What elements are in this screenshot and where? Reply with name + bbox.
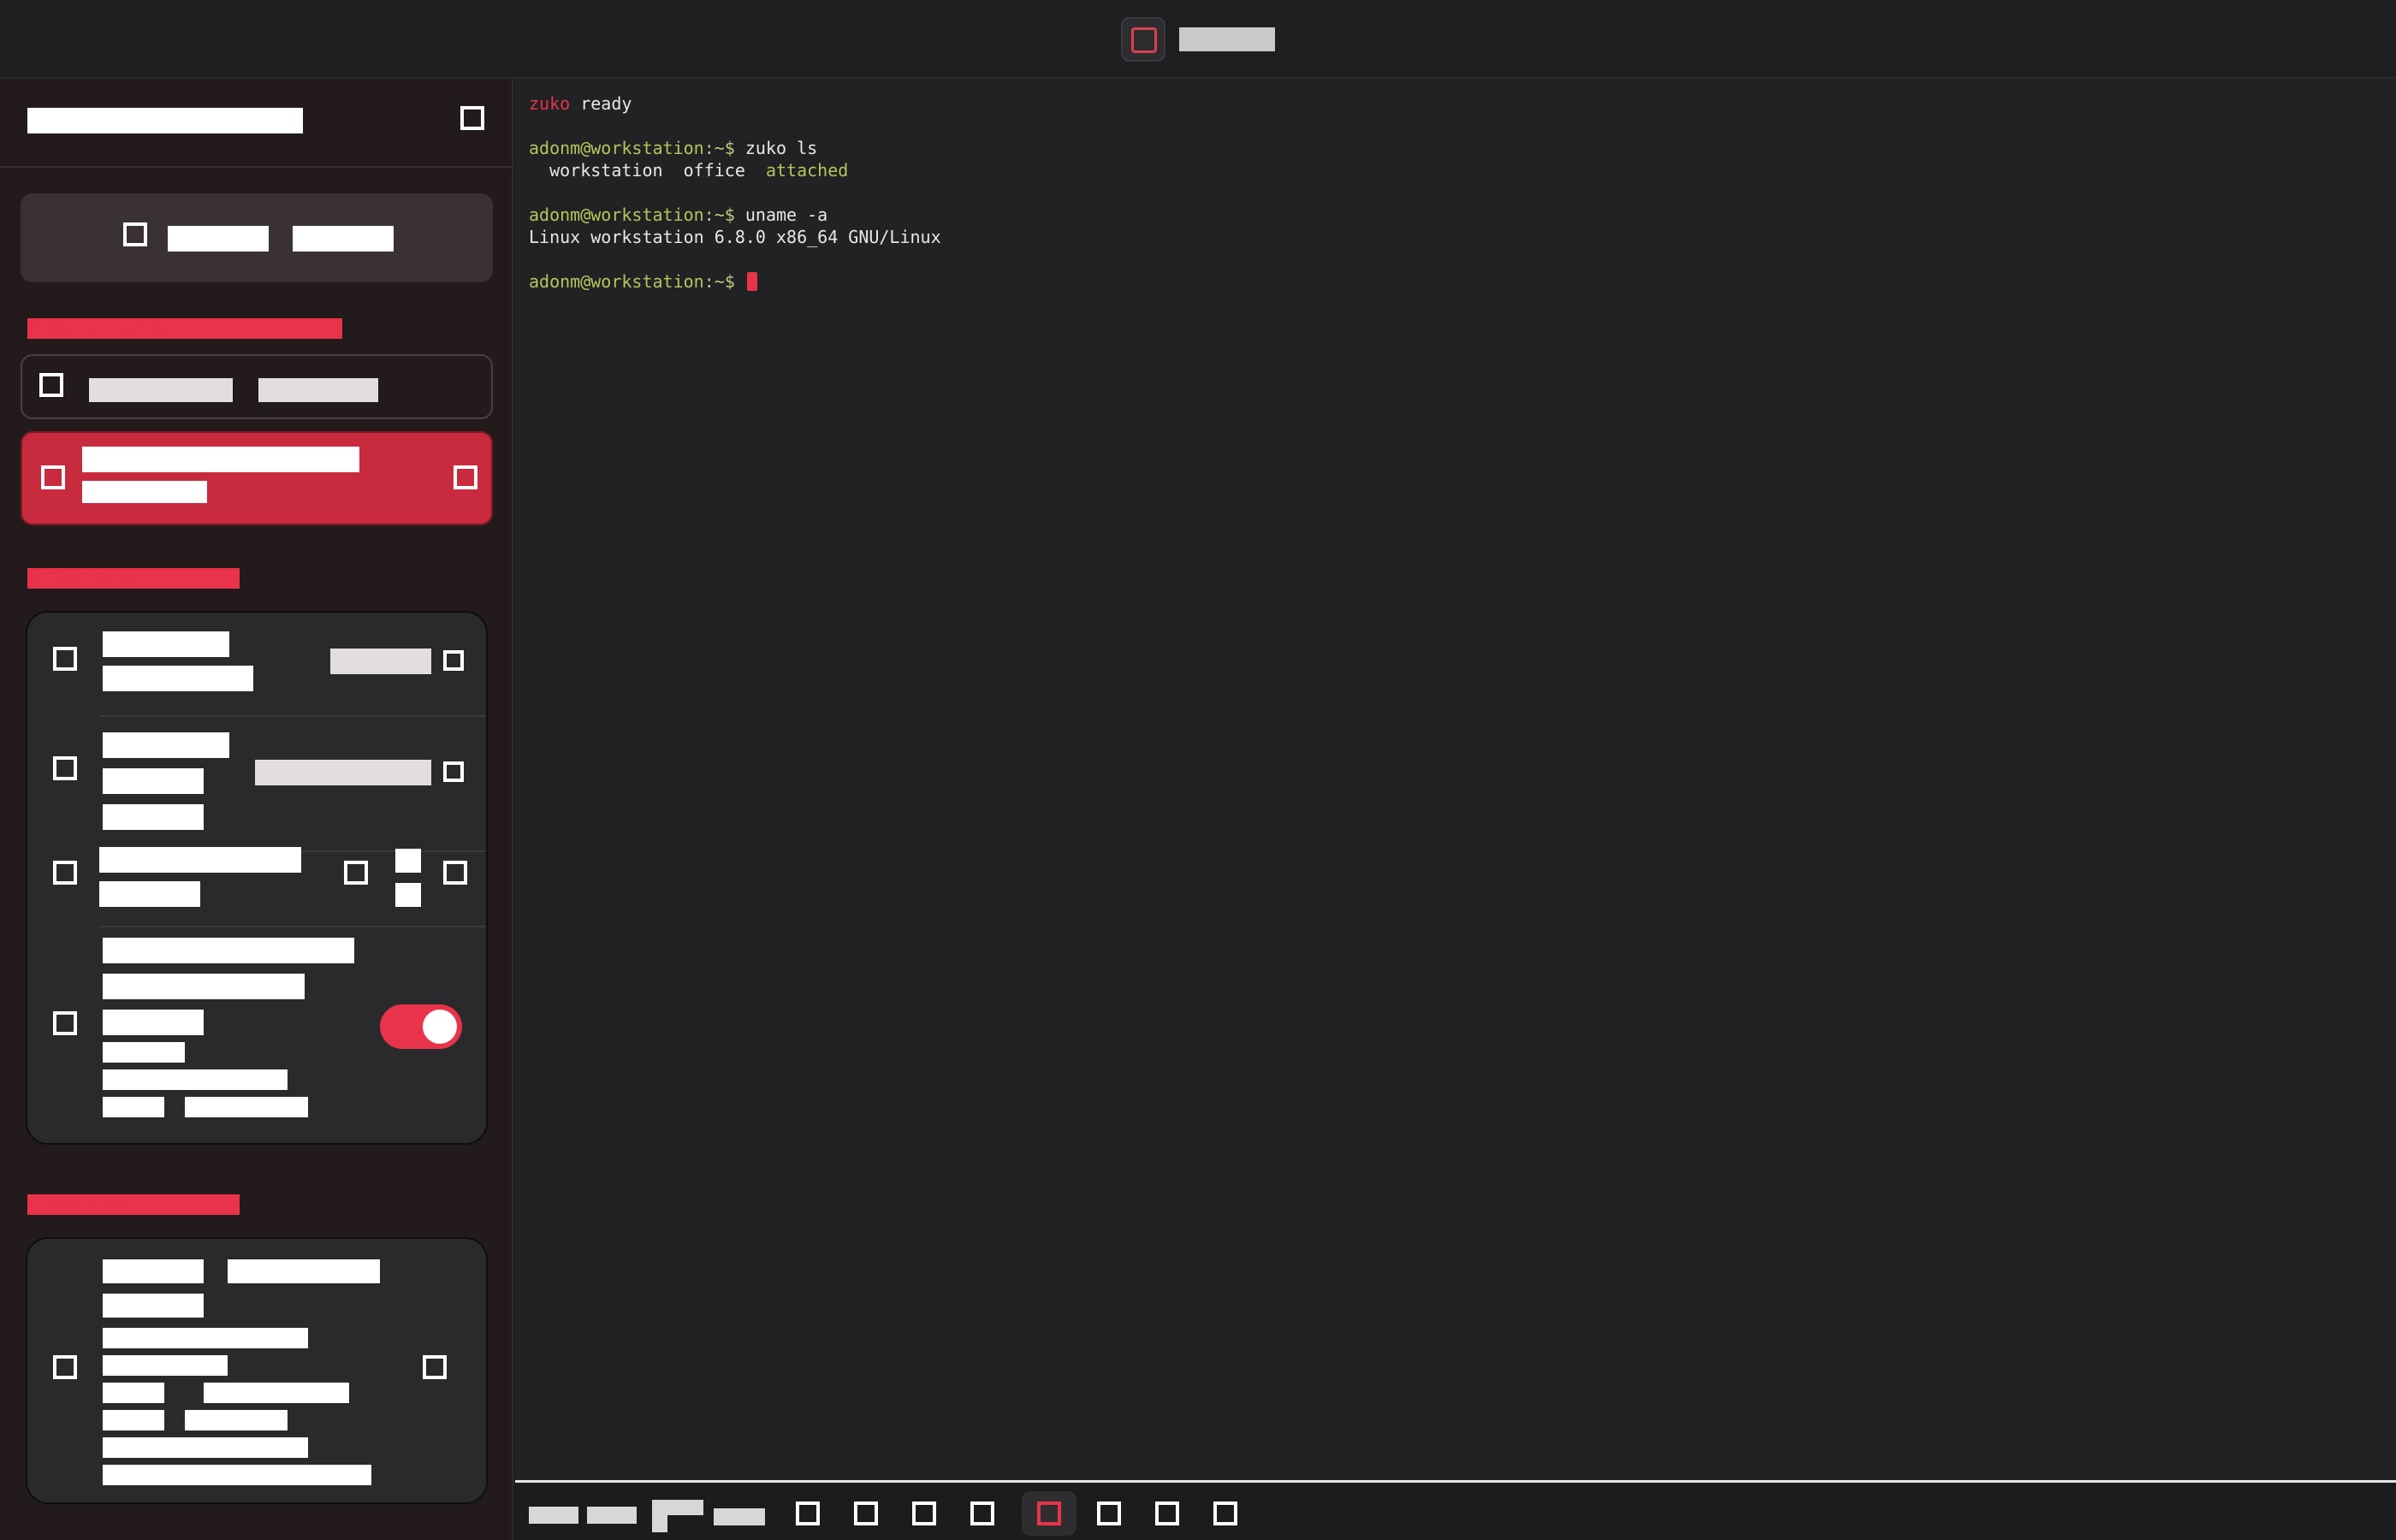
stepper-value (395, 849, 421, 873)
arrow-down-icon (854, 1502, 878, 1525)
conn-line-2 (103, 1294, 204, 1318)
stepper-value-2 (395, 883, 421, 907)
terminal-icon (1037, 1502, 1061, 1525)
terminal-icon (39, 373, 63, 397)
edit-icon[interactable] (423, 1355, 447, 1379)
key-bar: Esc Tab Ctrl Alt (515, 1480, 2396, 1540)
session-detail: office (258, 378, 378, 402)
conn-line-8 (103, 1465, 371, 1485)
tab-button-7[interactable] (1140, 1491, 1195, 1536)
conn-line-1 (103, 1259, 204, 1283)
setting-title: Terminal (103, 631, 229, 657)
setting-subtitle: color (103, 768, 204, 794)
conn-line-6b (185, 1410, 288, 1430)
sidebar-collapse-icon[interactable] (460, 106, 484, 130)
scroll-icon (53, 861, 77, 885)
setting-value: 14 px (330, 649, 431, 674)
session-item-workstation[interactable]: workstation office (21, 354, 493, 419)
session-name: workstation (89, 378, 233, 402)
clipboard-icon (1155, 1502, 1179, 1525)
palette-icon (53, 756, 77, 780)
conn-line-4 (103, 1355, 228, 1376)
terminal-prompt-line: adonm@workstation:~$ (529, 270, 757, 293)
chevron-down-icon[interactable] (443, 761, 464, 782)
new-session-button[interactable]: New session (21, 193, 493, 282)
connection-panel (26, 1237, 488, 1504)
new-session-label-2 (293, 226, 394, 252)
setting-desc-3 (103, 1069, 288, 1090)
terminal-line: Linux workstation 6.8.0 x86_64 GNU/Linux (529, 227, 941, 247)
conn-line-7 (103, 1437, 308, 1458)
key-esc[interactable]: Esc (529, 1507, 578, 1524)
reconnect-toggle[interactable] (380, 1004, 462, 1049)
terminal-line: adonm@workstation:~$ zuko ls (529, 138, 818, 158)
tab-button-6[interactable] (1082, 1491, 1136, 1536)
setting-title: Scrollback (99, 847, 301, 873)
conn-line-5b (204, 1383, 349, 1403)
key-tab[interactable]: Tab (587, 1507, 637, 1524)
minus-icon[interactable] (344, 861, 368, 885)
tab-button-1[interactable] (780, 1491, 835, 1536)
setting-title: Theme (103, 732, 229, 758)
terminal-icon (41, 465, 65, 489)
key-alt[interactable]: Alt (714, 1508, 765, 1525)
server-icon (53, 1355, 77, 1379)
conn-line-6 (103, 1410, 164, 1430)
setting-title: Reconnect automatically (103, 938, 354, 963)
settings-panel: Terminal font size 14 px Theme color dar… (26, 611, 488, 1145)
setting-subtitle-2 (103, 804, 204, 830)
setting-subtitle: lines (99, 881, 200, 907)
terminal-line: adonm@workstation:~$ uname -a (529, 204, 828, 225)
tab-button-8[interactable] (1198, 1491, 1253, 1536)
conn-line-1b (228, 1259, 380, 1283)
setting-desc-4 (103, 1097, 164, 1117)
terminal-line: workstation office attached (529, 160, 849, 181)
session-detail: attached (82, 481, 207, 503)
arrow-right-icon (970, 1502, 994, 1525)
terminal-line: zuko ready (529, 93, 632, 114)
app-title: zuko (1179, 27, 1275, 51)
setting-subtitle: font size (103, 666, 253, 691)
plus-icon[interactable] (443, 861, 467, 885)
setting-value: dark red (255, 760, 431, 785)
app-logo-icon (1121, 17, 1165, 62)
setting-subtitle: on network loss (103, 974, 305, 999)
session-name: adonm@workstation (82, 447, 359, 472)
keyboard-icon (1097, 1502, 1121, 1525)
arrow-left-icon (796, 1502, 820, 1525)
chevron-down-icon[interactable] (443, 650, 464, 671)
font-icon (53, 647, 77, 671)
sidebar-title: workstation office (27, 108, 303, 133)
settings-icon (1213, 1502, 1237, 1525)
session-item-active[interactable]: adonm@workstation attached (21, 431, 493, 525)
refresh-icon (53, 1011, 77, 1035)
conn-line-5 (103, 1383, 164, 1403)
setting-desc-1 (103, 1010, 204, 1035)
arrow-up-icon (912, 1502, 936, 1525)
new-session-label: New session (168, 226, 269, 252)
setting-desc-2 (103, 1042, 185, 1063)
terminal-area[interactable]: zuko ready adonm@workstation:~$ zuko ls … (515, 79, 2396, 1482)
sidebar-header: workstation office (0, 79, 512, 168)
connection-heading: Connection (27, 1194, 240, 1215)
tab-button-4[interactable] (955, 1491, 1010, 1536)
key-ctrl[interactable]: Ctrl (652, 1500, 703, 1515)
sidebar: workstation office New session Active se… (0, 79, 513, 1540)
plus-icon (123, 222, 147, 246)
tab-button-3[interactable] (897, 1491, 952, 1536)
close-icon[interactable] (454, 465, 477, 489)
setting-desc-5 (185, 1097, 308, 1117)
top-bar: zuko (0, 0, 2396, 79)
conn-line-3 (103, 1328, 308, 1348)
settings-heading: Preferences (27, 568, 240, 589)
key-ctrl-2 (652, 1515, 667, 1532)
terminal-cursor (746, 272, 757, 291)
tab-button-5[interactable] (1022, 1491, 1076, 1536)
tab-button-2[interactable] (839, 1491, 893, 1536)
sessions-heading: Active sessions (27, 318, 342, 339)
